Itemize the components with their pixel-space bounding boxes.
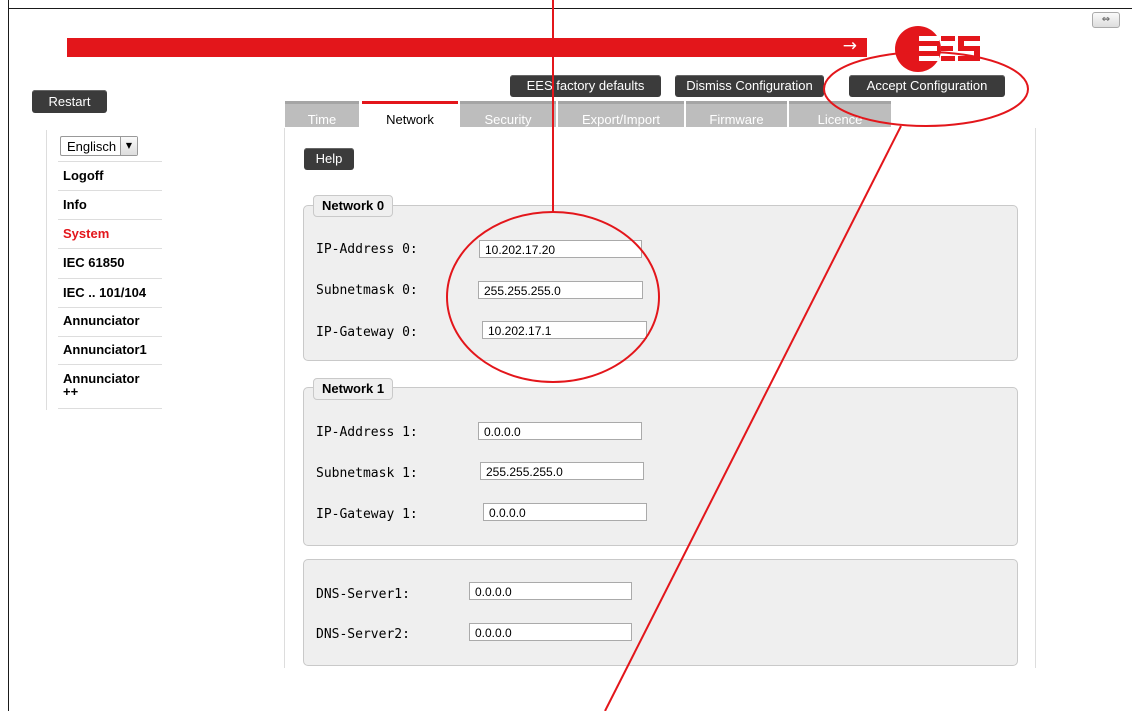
ip-address0-input[interactable]: 10.202.17.20: [479, 240, 642, 258]
subnetmask1-label: Subnetmask 1:: [316, 466, 418, 481]
sidebar-item-iec61850[interactable]: IEC 61850: [63, 255, 161, 270]
dns-group: [303, 559, 1018, 666]
sidebar-divider: [58, 161, 162, 162]
ip-gateway0-input[interactable]: 10.202.17.1: [482, 321, 647, 339]
sidebar-divider: [58, 364, 162, 365]
logo-stripe: [958, 56, 980, 61]
sidebar-item-iec101-104[interactable]: IEC .. 101/104: [63, 285, 161, 300]
logo-stripe: [919, 56, 939, 61]
tab-network[interactable]: Network: [362, 101, 458, 127]
window-left-border: [8, 0, 9, 711]
sidebar-item-annunciator1[interactable]: Annunciator1: [63, 342, 161, 357]
sidebar-divider: [58, 190, 162, 191]
sidebar-item-system[interactable]: System: [63, 226, 161, 241]
ip-address1-input[interactable]: 0.0.0.0: [478, 422, 642, 440]
network0-legend: Network 0: [313, 195, 394, 217]
sidebar-divider: [58, 307, 162, 308]
resize-icon[interactable]: ⇔: [1092, 12, 1120, 28]
dns-server2-label: DNS-Server2:: [316, 627, 410, 642]
sidebar-item-info[interactable]: Info: [63, 197, 161, 212]
sidebar-divider: [58, 408, 162, 409]
logo-stripe: [919, 36, 939, 41]
arrow-right-icon: →: [842, 36, 857, 56]
dns-server1-input[interactable]: 0.0.0.0: [469, 582, 632, 600]
tab-export-import[interactable]: Export/Import: [558, 101, 684, 127]
dns-server1-label: DNS-Server1:: [316, 587, 410, 602]
logo-stripe: [941, 46, 953, 51]
sidebar-divider: [58, 219, 162, 220]
dns-server2-input[interactable]: 0.0.0.0: [469, 623, 632, 641]
subnetmask0-input[interactable]: 255.255.255.0: [478, 281, 643, 299]
chevron-down-icon[interactable]: ▼: [120, 137, 137, 155]
logo-stripe: [919, 46, 937, 51]
factory-defaults-button[interactable]: EES factory defaults: [510, 75, 661, 97]
sidebar-divider: [58, 336, 162, 337]
subnetmask1-input[interactable]: 255.255.255.0: [480, 462, 644, 480]
help-button[interactable]: Help: [304, 148, 354, 170]
dismiss-configuration-button[interactable]: Dismiss Configuration: [675, 75, 824, 97]
sidebar-divider: [58, 278, 162, 279]
ip-gateway1-label: IP-Gateway 1:: [316, 507, 418, 522]
tab-licence[interactable]: Licence: [789, 101, 891, 127]
network1-legend: Network 1: [313, 378, 394, 400]
tab-time[interactable]: Time: [285, 101, 359, 127]
logo-stripe: [941, 56, 955, 61]
ees-logo: [895, 26, 985, 74]
logo-stripe: [941, 36, 955, 41]
accept-configuration-button[interactable]: Accept Configuration: [849, 75, 1005, 97]
sidebar-item-logoff[interactable]: Logoff: [63, 168, 161, 183]
sidebar-divider: [58, 248, 162, 249]
language-select[interactable]: Englisch ▼: [60, 136, 138, 156]
ip-gateway0-label: IP-Gateway 0:: [316, 325, 418, 340]
restart-button[interactable]: Restart: [32, 90, 107, 113]
sidebar-item-annunciator-plus[interactable]: Annunciator ++: [63, 372, 143, 398]
header-red-bar: →: [67, 36, 867, 57]
ip-address1-label: IP-Address 1:: [316, 425, 418, 440]
ip-gateway1-input[interactable]: 0.0.0.0: [483, 503, 647, 521]
ip-address0-label: IP-Address 0:: [316, 242, 418, 257]
tab-security[interactable]: Security: [460, 101, 556, 127]
language-select-value: Englisch: [67, 139, 117, 154]
tab-firmware[interactable]: Firmware: [686, 101, 787, 127]
subnetmask0-label: Subnetmask 0:: [316, 283, 418, 298]
window-top-border: [8, 8, 1132, 9]
sidebar-item-annunciator[interactable]: Annunciator: [63, 313, 161, 328]
